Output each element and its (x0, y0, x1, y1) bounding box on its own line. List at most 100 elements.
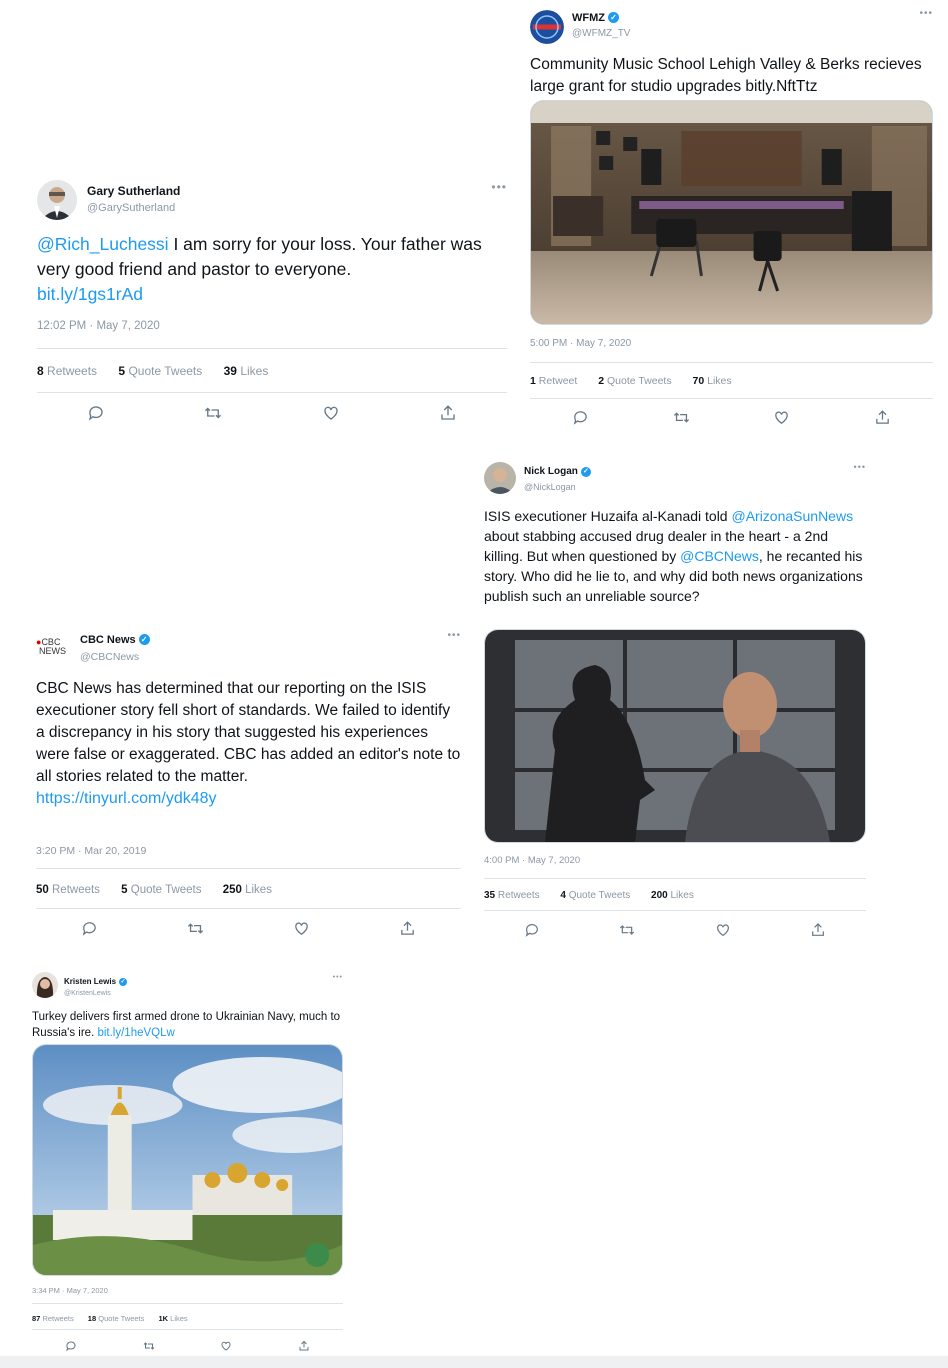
likes-count[interactable]: 1K Likes (158, 1314, 187, 1323)
timestamp[interactable]: 12:02 PM · May 7, 2020 (37, 320, 160, 332)
divider (37, 348, 507, 349)
avatar[interactable] (32, 972, 58, 998)
like-icon[interactable] (322, 404, 340, 427)
retweet-icon[interactable] (204, 404, 222, 427)
quote-tweets-count[interactable]: 18 Quote Tweets (88, 1314, 145, 1323)
mention-link[interactable]: @CBCNews (680, 548, 759, 564)
divider (484, 878, 866, 879)
retweet-icon[interactable] (187, 920, 204, 942)
divider (37, 392, 507, 393)
engagement-stats: 50 Retweets 5 Quote Tweets 250 Likes (36, 884, 290, 896)
url-link[interactable]: bit.ly/1heVQLw (97, 1027, 174, 1039)
mention-link[interactable]: @Rich_Luchessi (37, 234, 169, 254)
avatar[interactable] (530, 10, 564, 44)
avatar[interactable] (37, 180, 77, 220)
avatar[interactable]: ●CBC NEWS (36, 630, 72, 666)
display-name[interactable]: WFMZ ✓ (572, 12, 619, 24)
engagement-stats: 87 Retweets 18 Quote Tweets 1K Likes (32, 1314, 206, 1323)
engagement-stats: 35 Retweets 4 Quote Tweets 200 Likes (484, 890, 712, 901)
action-bar (32, 1339, 343, 1357)
tweet-cbc-news: ●CBC NEWS CBC News ✓ @CBCNews ••• CBC News… (36, 630, 461, 945)
tweet-wfmz: WFMZ ✓ @WFMZ_TV ••• Community Music Schoo… (530, 8, 933, 433)
action-bar (36, 920, 461, 942)
display-name[interactable]: Kristen Lewis ✓ (64, 977, 128, 986)
interview-image[interactable] (484, 629, 866, 843)
retweets-count[interactable]: 1 Retweet (530, 375, 577, 387)
verified-icon: ✓ (607, 12, 619, 23)
engagement-stats: 8 Retweets 5 Quote Tweets 39 Likes (37, 364, 286, 378)
display-name[interactable]: CBC News ✓ (80, 634, 150, 646)
retweets-count[interactable]: 35 Retweets (484, 890, 540, 901)
reply-icon[interactable] (87, 404, 105, 427)
monastery-image[interactable] (32, 1044, 343, 1276)
like-icon[interactable] (220, 1339, 232, 1357)
timestamp[interactable]: 4:00 PM · May 7, 2020 (484, 855, 580, 866)
display-name[interactable]: Nick Logan ✓ (524, 466, 591, 477)
timestamp[interactable]: 3:34 PM · May 7, 2020 (32, 1286, 108, 1295)
display-name[interactable]: Gary Sutherland (87, 184, 180, 198)
tweet-text: CBC News has determined that our reporti… (36, 680, 461, 807)
timestamp[interactable]: 3:20 PM · Mar 20, 2019 (36, 845, 146, 857)
retweet-icon[interactable] (619, 922, 635, 943)
reply-icon[interactable] (81, 920, 98, 942)
handle[interactable]: @NickLogan (524, 482, 576, 492)
handle[interactable]: @GarySutherland (87, 202, 175, 214)
studio-image[interactable] (530, 100, 933, 325)
handle[interactable]: @WFMZ_TV (572, 28, 630, 39)
tweet-text: @Rich_Luchessi I am sorry for your loss.… (37, 234, 482, 304)
retweets-count[interactable]: 87 Retweets (32, 1314, 74, 1323)
handle[interactable]: @CBCNews (80, 651, 139, 663)
share-icon[interactable] (810, 922, 826, 943)
quote-tweets-count[interactable]: 5 Quote Tweets (121, 884, 201, 896)
tweet-gary-sutherland: Gary Sutherland @GarySutherland ••• @Ric… (37, 180, 507, 430)
cbc-logo: ●CBC NEWS (36, 637, 66, 656)
tweet-text: ISIS executioner Huzaifa al-Kanadi told … (484, 508, 863, 604)
tweet-text: Turkey delivers first armed drone to Ukr… (32, 1011, 341, 1039)
divider (32, 1303, 343, 1304)
quote-tweets-count[interactable]: 5 Quote Tweets (118, 364, 202, 378)
url-link[interactable]: https://tinyurl.com/ydk48y (36, 790, 217, 807)
share-icon[interactable] (298, 1339, 310, 1357)
more-icon[interactable]: ••• (491, 180, 507, 194)
reply-icon[interactable] (65, 1339, 77, 1357)
more-icon[interactable]: ••• (447, 630, 461, 641)
verified-icon: ✓ (580, 467, 591, 477)
more-icon[interactable]: ••• (854, 462, 866, 472)
more-icon[interactable]: ••• (919, 8, 933, 19)
action-bar (37, 404, 507, 427)
likes-count[interactable]: 250 Likes (223, 884, 272, 896)
timestamp[interactable]: 5:00 PM · May 7, 2020 (530, 338, 631, 349)
like-icon[interactable] (773, 409, 790, 431)
handle[interactable]: @KristenLewis (64, 990, 111, 997)
retweets-count[interactable]: 50 Retweets (36, 884, 100, 896)
tweet-text: Community Music School Lehigh Valley & B… (530, 56, 922, 95)
likes-count[interactable]: 70 Likes (693, 375, 732, 387)
tweet-nick-logan: Nick Logan ✓ @NickLogan ••• ISIS executio… (484, 462, 866, 947)
action-bar (484, 922, 866, 943)
divider (32, 1329, 343, 1330)
reply-icon[interactable] (572, 409, 589, 431)
divider (484, 910, 866, 911)
mention-link[interactable]: @ArizonaSunNews (731, 508, 853, 524)
retweet-icon[interactable] (143, 1339, 155, 1357)
quote-tweets-count[interactable]: 2 Quote Tweets (598, 375, 671, 387)
likes-count[interactable]: 200 Likes (651, 890, 694, 901)
url-link[interactable]: bit.ly/1gs1rAd (37, 284, 143, 304)
more-icon[interactable]: ••• (333, 974, 343, 981)
share-icon[interactable] (439, 404, 457, 427)
action-bar (530, 409, 933, 431)
avatar[interactable] (484, 462, 516, 494)
share-icon[interactable] (874, 409, 891, 431)
like-icon[interactable] (293, 920, 310, 942)
divider (530, 362, 933, 363)
retweet-icon[interactable] (673, 409, 690, 431)
verified-icon: ✓ (119, 978, 128, 986)
like-icon[interactable] (715, 922, 731, 943)
quote-tweets-count[interactable]: 4 Quote Tweets (560, 890, 630, 901)
divider (36, 868, 461, 869)
reply-icon[interactable] (524, 922, 540, 943)
likes-count[interactable]: 39 Likes (224, 364, 269, 378)
retweets-count[interactable]: 8 Retweets (37, 364, 97, 378)
divider (36, 908, 461, 909)
share-icon[interactable] (399, 920, 416, 942)
